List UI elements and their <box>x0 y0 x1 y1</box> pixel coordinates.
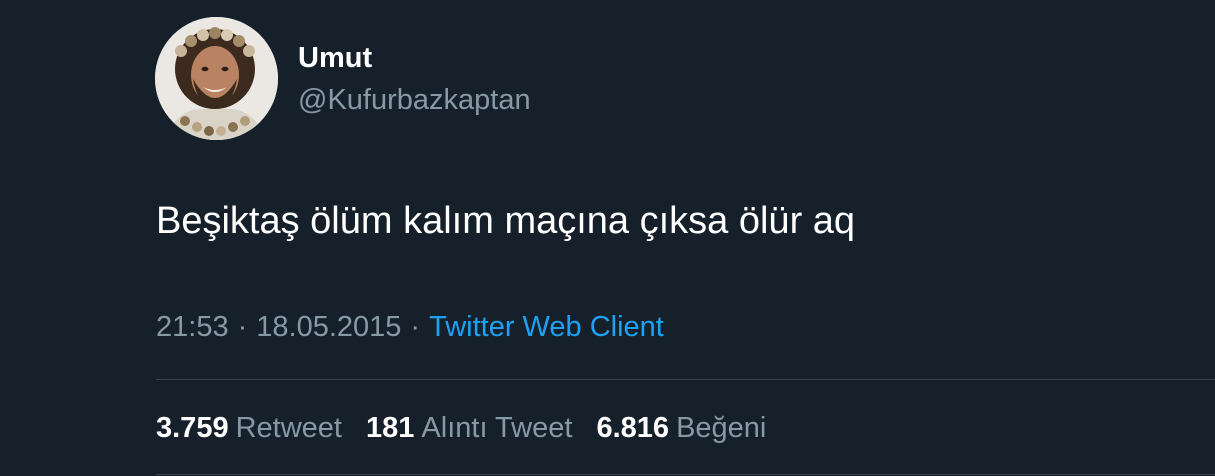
meta-separator: · <box>410 311 421 343</box>
retweets-stat[interactable]: 3.759 Retweet <box>156 409 342 447</box>
avatar[interactable] <box>155 17 278 140</box>
likes-count: 6.816 <box>596 412 670 444</box>
display-name[interactable]: Umut <box>298 40 372 76</box>
retweets-label: Retweet <box>235 412 342 444</box>
likes-stat[interactable]: 6.816 Beğeni <box>596 409 766 447</box>
quote-tweets-count: 181 <box>366 412 415 444</box>
tweet-card: Umut @Kufurbazkaptan Beşiktaş ölüm kalım… <box>0 0 1215 476</box>
tweet-meta: 21:53 · 18.05.2015 · Twitter Web Client <box>156 308 664 346</box>
divider <box>156 474 1215 475</box>
tweet-client-link[interactable]: Twitter Web Client <box>429 311 664 343</box>
tweet-stats: 3.759 Retweet 181 Alıntı Tweet 6.816 Beğeni <box>156 409 782 447</box>
quote-tweets-label: Alıntı Tweet <box>421 412 573 444</box>
user-handle[interactable]: @Kufurbazkaptan <box>298 82 531 118</box>
divider <box>156 379 1215 380</box>
tweet-time[interactable]: 21:53 <box>156 311 229 343</box>
tweet-text: Beşiktaş ölüm kalım maçına çıksa ölür aq <box>156 200 856 242</box>
meta-separator: · <box>237 311 248 343</box>
likes-label: Beğeni <box>676 412 767 444</box>
quote-tweets-stat[interactable]: 181 Alıntı Tweet <box>366 409 572 447</box>
retweets-count: 3.759 <box>156 412 229 444</box>
tweet-date[interactable]: 18.05.2015 <box>256 311 401 343</box>
avatar-image <box>155 17 278 140</box>
